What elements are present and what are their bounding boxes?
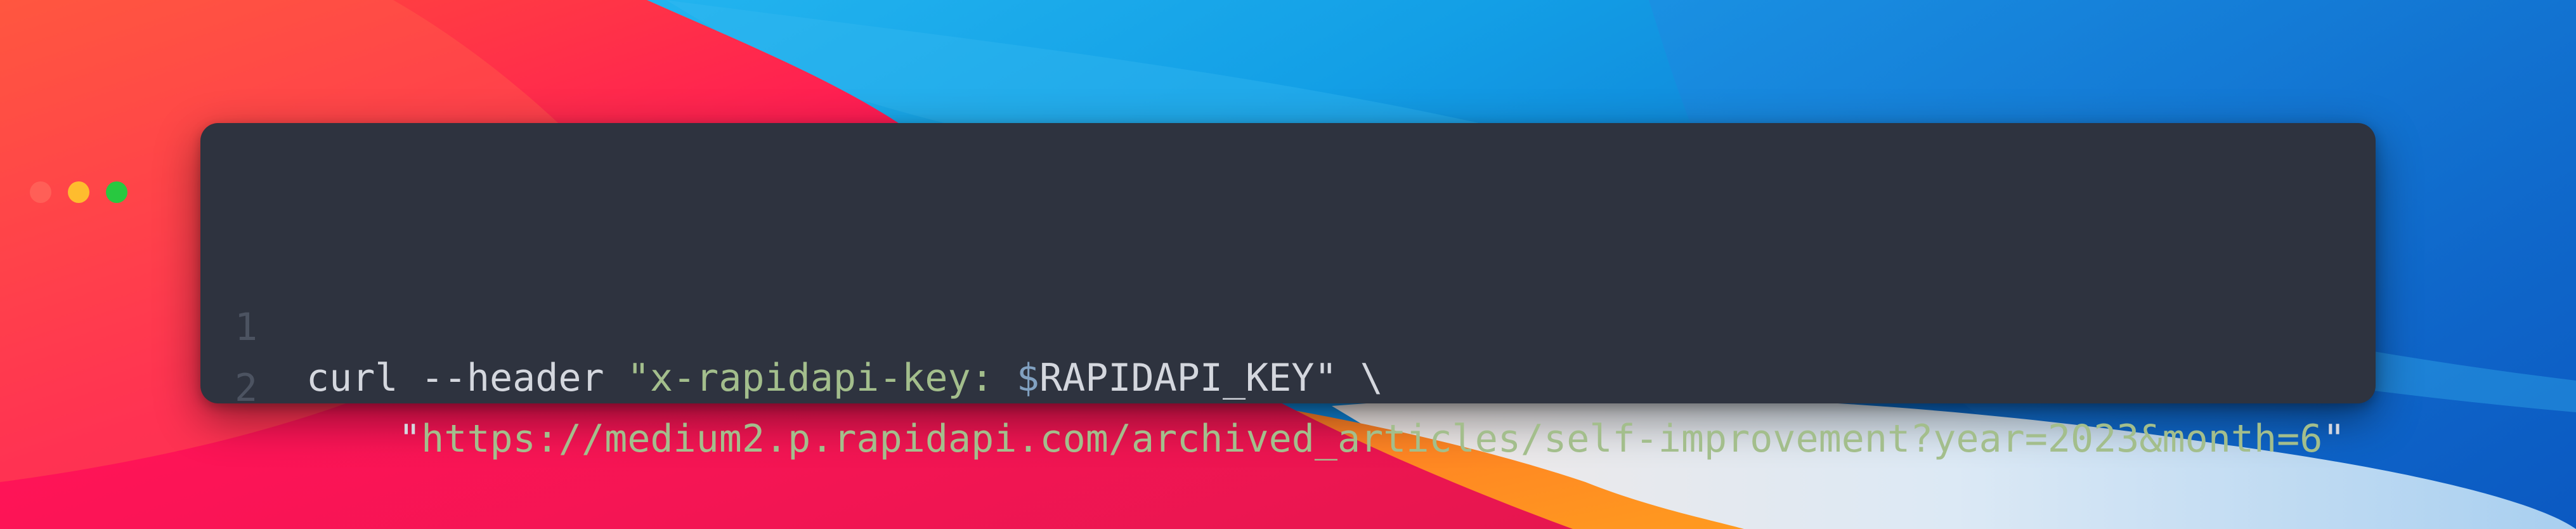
header-string-token: "x-rapidapi-key: xyxy=(627,356,1017,400)
code-text: curl --header "x-rapidapi-key: $RAPIDAPI… xyxy=(306,353,1383,403)
quote-close-token: " xyxy=(2322,417,2346,461)
url-string-token: https://medium2.p.rapidapi.com/archived_… xyxy=(421,417,2323,461)
command-token: curl --header xyxy=(306,356,627,400)
quote-open-token: " xyxy=(398,417,422,461)
minimize-dot xyxy=(68,181,89,203)
line-continuation-token: \ xyxy=(1337,356,1383,400)
line-number: 1 xyxy=(235,305,258,349)
string-close-token: " xyxy=(1314,356,1337,400)
close-dot xyxy=(30,181,51,203)
variable-name-token: RAPIDAPI_KEY xyxy=(1039,356,1315,400)
code-line: 2 "https://medium2.p.rapidapi.com/archiv… xyxy=(0,312,2345,461)
maximize-dot xyxy=(106,181,127,203)
variable-sigil-token: $ xyxy=(1016,356,1039,400)
line-number: 2 xyxy=(235,366,258,410)
code-text: "https://medium2.p.rapidapi.com/archived… xyxy=(398,414,2345,464)
code-line: 1 curl --header "x-rapidapi-key: $RAPIDA… xyxy=(0,251,1383,400)
